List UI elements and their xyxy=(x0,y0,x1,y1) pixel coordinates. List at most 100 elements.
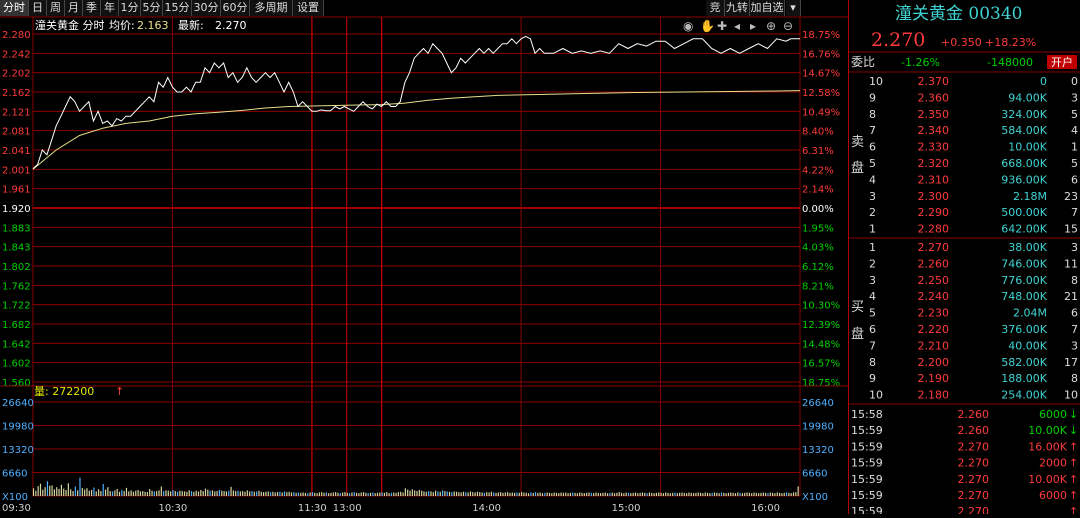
level-count: 3 xyxy=(1071,241,1078,254)
pct-tick-label: 4.22% xyxy=(802,165,834,176)
back-icon[interactable]: ◂ xyxy=(734,19,740,33)
tab-1[interactable]: 日 xyxy=(29,0,47,16)
level-price: 2.340 xyxy=(918,124,950,137)
price-tick-label: 1.920 xyxy=(2,204,31,215)
forward-icon[interactable]: ▸ xyxy=(750,19,756,33)
time-tick-label: 10:30 xyxy=(158,503,187,514)
level-count: 0 xyxy=(1071,75,1078,88)
level-price: 2.310 xyxy=(918,173,950,186)
toolbar-button-1[interactable]: 九转 xyxy=(725,0,750,16)
tick-time: 15:58 xyxy=(851,408,883,421)
tick-time: 15:59 xyxy=(851,473,883,486)
pct-tick-label: 10.30% xyxy=(802,301,840,312)
quote-panel: 潼关黄金 00340 2.270 +0.350 +18.23% 委比 -1.26% -148… xyxy=(848,0,1080,518)
quote-change-pct: +18.23% xyxy=(985,36,1036,49)
level-price: 2.330 xyxy=(918,141,950,154)
level-index: 4 xyxy=(869,290,876,303)
time-tick-label: 14:00 xyxy=(472,503,501,514)
level-price: 2.180 xyxy=(918,389,950,402)
level-count: 11 xyxy=(1064,257,1078,270)
price-tick-label: 1.762 xyxy=(2,281,31,292)
tick-time: 15:59 xyxy=(851,489,883,502)
level-volume: 776.00K xyxy=(1001,274,1047,287)
pct-tick-label: 0.00% xyxy=(802,204,834,215)
level-price: 2.360 xyxy=(918,91,950,104)
tab-9[interactable]: 30分 xyxy=(192,0,221,16)
time-tick-label: 16:00 xyxy=(751,503,780,514)
level-volume: 188.00K xyxy=(1001,372,1047,385)
tab-11[interactable]: 多周期 xyxy=(250,0,293,16)
toolbar-button-0[interactable]: 竞 xyxy=(706,0,725,16)
level-count: 4 xyxy=(1071,124,1078,137)
pct-tick-label: 6.12% xyxy=(802,262,834,273)
level-volume: 38.00K xyxy=(1008,241,1047,254)
quote-name: 潼关黄金 00340 xyxy=(895,4,1022,24)
pct-tick-label: 8.21% xyxy=(802,281,834,292)
tick-time: 15:59 xyxy=(851,457,883,470)
pct-tick-label: 16.76% xyxy=(802,49,840,60)
price-tick-label: 1.560 xyxy=(2,378,31,389)
level-index: 9 xyxy=(869,372,876,385)
level-index: 1 xyxy=(869,241,876,254)
level-index: 6 xyxy=(869,141,876,154)
eye-icon[interactable]: ◉ xyxy=(683,19,693,33)
price-tick-label: 2.242 xyxy=(2,49,31,60)
tab-2[interactable]: 周 xyxy=(47,0,65,16)
tab-8[interactable]: 15分 xyxy=(163,0,192,16)
level-volume: 500.00K xyxy=(1001,206,1047,219)
down-arrow-icon: ↓ xyxy=(1069,424,1078,437)
hand-icon[interactable]: ✋ xyxy=(700,19,715,33)
up-arrow-icon: ↑ xyxy=(1069,440,1078,453)
price-tick-label: 2.001 xyxy=(2,165,31,176)
level-index: 2 xyxy=(869,206,876,219)
tab-0[interactable]: 分时 xyxy=(0,0,29,16)
vol-tick-label-left: X100 xyxy=(2,492,28,503)
cross-icon[interactable]: ✚ xyxy=(717,19,727,33)
level-index: 7 xyxy=(869,339,876,352)
volume-up-arrow: ↑ xyxy=(115,385,124,398)
pct-tick-label: 8.40% xyxy=(802,127,834,138)
tick-volume: 6000 xyxy=(1039,408,1067,421)
pct-tick-label: 4.03% xyxy=(802,243,834,254)
tick-time: 15:59 xyxy=(851,505,883,514)
toolbar-button-2[interactable]: 加自选 xyxy=(750,0,785,16)
price-tick-label: 2.162 xyxy=(2,88,31,99)
tab-5[interactable]: 年 xyxy=(101,0,119,16)
level-count: 7 xyxy=(1071,206,1078,219)
tick-price: 2.260 xyxy=(958,408,990,421)
level-volume: 0 xyxy=(1040,75,1047,88)
zoom-out-icon[interactable]: ⊖ xyxy=(783,19,793,33)
level-index: 2 xyxy=(869,257,876,270)
level-price: 2.320 xyxy=(918,157,950,170)
vol-tick-label-left: 13320 xyxy=(2,445,34,456)
level-volume: 642.00K xyxy=(1001,223,1047,236)
level-index: 5 xyxy=(869,307,876,320)
level-count: 3 xyxy=(1071,339,1078,352)
vol-tick-label-right: 6660 xyxy=(802,469,827,480)
level-volume: 748.00K xyxy=(1001,290,1047,303)
tab-6[interactable]: 1分 xyxy=(119,0,141,16)
zoom-in-icon[interactable]: ⊕ xyxy=(766,19,776,33)
level-index: 4 xyxy=(869,173,876,186)
tab-4[interactable]: 季 xyxy=(83,0,101,16)
stock-name: 潼关黄金 分时 xyxy=(35,18,105,32)
level-price: 2.250 xyxy=(918,274,950,287)
tick-volume: 6000 xyxy=(1039,489,1067,502)
level-volume: 324.00K xyxy=(1001,108,1047,121)
tab-12[interactable]: 设置 xyxy=(293,0,324,16)
tab-3[interactable]: 月 xyxy=(65,0,83,16)
tab-10[interactable]: 60分 xyxy=(221,0,250,16)
level-price: 2.220 xyxy=(918,323,950,336)
level-volume: 376.00K xyxy=(1001,323,1047,336)
tab-7[interactable]: 5分 xyxy=(141,0,163,16)
dropdown-caret-icon[interactable]: ▾ xyxy=(786,0,801,16)
level-volume: 94.00K xyxy=(1008,91,1047,104)
level-count: 6 xyxy=(1071,307,1078,320)
level-count: 1 xyxy=(1071,141,1078,154)
intraday-chart[interactable]: 潼关黄金 分时 均价: 2.163 最新: 2.270 ◉ ✋ ✚ ◂ ▸ ⊕ ⊖ 2.280 18.7… xyxy=(0,0,848,514)
vol-tick-label-right: X100 xyxy=(802,492,828,503)
level-price: 2.210 xyxy=(918,339,950,352)
sell-side-label: 盘 xyxy=(851,160,864,176)
pct-tick-label: 18.75% xyxy=(802,378,840,389)
price-tick-label: 1.843 xyxy=(2,243,31,254)
